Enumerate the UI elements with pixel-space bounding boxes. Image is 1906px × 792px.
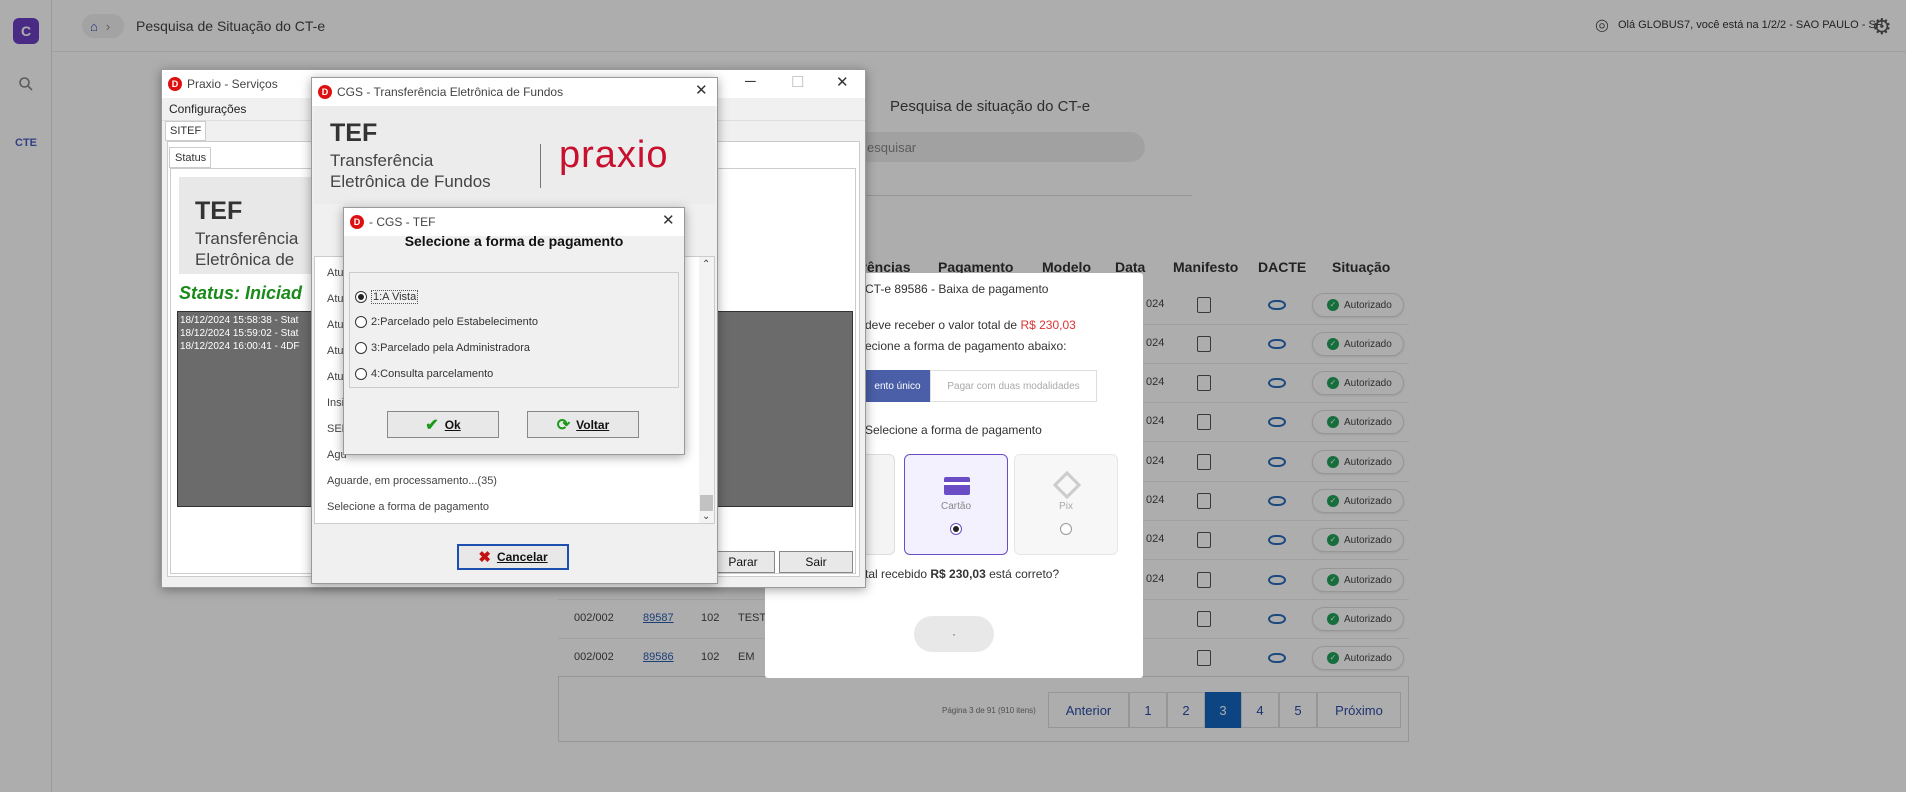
- tef-line2: Eletrônica de: [195, 250, 295, 269]
- payment-options-group: 1:A Vista 2:Parcelado pelo Estabelecimen…: [349, 272, 679, 388]
- window-title: - CGS - TEF: [369, 215, 436, 229]
- tef-dialog-titlebar: D - CGS - TEF: [344, 208, 684, 236]
- praxio-logo: praxio: [559, 134, 669, 176]
- scrollbar-thumb[interactable]: [700, 495, 713, 511]
- radio-a-vista[interactable]: [355, 291, 367, 303]
- modal-title: CT-e 89586 - Baixa de pagamento: [865, 282, 1049, 296]
- parar-button[interactable]: Parar: [711, 551, 775, 573]
- radio-parcelado-adm[interactable]: [355, 342, 367, 354]
- status-text: Status: Iniciad: [179, 283, 303, 303]
- close-icon[interactable]: ✕: [836, 73, 849, 91]
- total-text: deve receber o valor total de R$ 230,03: [865, 318, 1076, 332]
- log-line: 18/12/2024 15:59:02 - Stat: [180, 328, 299, 339]
- scrollbar[interactable]: ⌃ ⌄: [699, 257, 714, 523]
- tab-pagamento-unico[interactable]: ento único: [865, 370, 930, 402]
- tab-duas-modalidades[interactable]: Pagar com duas modalidades: [930, 370, 1097, 402]
- close-icon[interactable]: ✕: [695, 81, 708, 99]
- option-a-vista[interactable]: 1:A Vista: [355, 290, 419, 304]
- confirm-text: tal recebido R$ 230,03 está correto?: [865, 567, 1060, 581]
- option-label: 2:Parcelado pelo Estabelecimento: [371, 316, 538, 328]
- confirm-button[interactable]: ·: [914, 616, 994, 652]
- log-lines: 18/12/2024 15:58:38 - Stat 18/12/2024 15…: [180, 314, 300, 353]
- dialog-heading: Selecione a forma de pagamento: [404, 233, 624, 249]
- cancelar-button[interactable]: ✖ Cancelar: [457, 544, 569, 570]
- payment-option-pix[interactable]: Pix: [1014, 454, 1118, 555]
- cgs-app-icon: D: [318, 85, 332, 99]
- payment-option-card[interactable]: Cartão: [904, 454, 1008, 555]
- menu-configuracoes[interactable]: Configurações: [169, 102, 246, 116]
- log-line: 18/12/2024 15:58:38 - Stat: [180, 315, 299, 326]
- tef-line1: Transferência: [330, 151, 434, 170]
- card-label: Cartão: [940, 501, 971, 512]
- option-parcelado-adm[interactable]: 3:Parcelado pela Administradora: [355, 342, 530, 354]
- praxio-app-icon: D: [168, 77, 182, 91]
- tef-big: TEF: [330, 119, 378, 147]
- option-label: 1:A Vista: [371, 290, 419, 304]
- cgs-titlebar: D CGS - Transferência Eletrônica de Fundo…: [312, 78, 717, 106]
- tef-header-banner: TEF Transferência Eletrônica de Fundos p…: [314, 106, 715, 204]
- chevron-up-icon[interactable]: ⌃: [702, 259, 710, 270]
- window-title: Praxio - Serviços: [187, 77, 278, 91]
- option-label: 4:Consulta parcelamento: [371, 368, 494, 380]
- payment-option-partial[interactable]: [865, 454, 895, 555]
- ok-button[interactable]: ✔ Ok: [387, 411, 499, 438]
- refresh-icon: ⟳: [556, 416, 571, 434]
- radio-consulta[interactable]: [355, 368, 367, 380]
- voltar-label: Voltar: [576, 417, 610, 432]
- option-label: 3:Parcelado pela Administradora: [371, 342, 530, 354]
- tef-app-icon: D: [350, 215, 364, 229]
- maximize-icon[interactable]: ☐: [791, 73, 804, 91]
- tef-payment-dialog: D - CGS - TEF ✕ Selecione a forma de paga…: [343, 207, 685, 455]
- total-value: R$ 230,03: [1020, 318, 1076, 332]
- log-line: 18/12/2024 16:00:41 - 4DF: [180, 341, 300, 352]
- tab-sitef[interactable]: SITEF: [165, 121, 206, 141]
- ok-label: Ok: [444, 417, 461, 432]
- cancelar-label: Cancelar: [496, 550, 548, 564]
- close-icon[interactable]: ✕: [662, 211, 675, 229]
- voltar-button[interactable]: ⟳ Voltar: [527, 411, 639, 438]
- option-consulta[interactable]: 4:Consulta parcelamento: [355, 368, 493, 380]
- tef-line2: Eletrônica de Fundos: [330, 172, 491, 191]
- x-icon: ✖: [478, 549, 491, 566]
- tef-big: TEF: [195, 197, 243, 225]
- credit-card-icon: [944, 477, 970, 495]
- sair-button[interactable]: Sair: [779, 551, 853, 573]
- select-method-label: Selecione a forma de pagamento: [865, 423, 1042, 437]
- tab-status[interactable]: Status: [169, 147, 211, 168]
- log-line: Aguarde, em processamento...(35): [327, 475, 497, 487]
- pix-icon: [1052, 470, 1082, 500]
- radio-parcelado-estab[interactable]: [355, 316, 367, 328]
- pix-label: Pix: [1059, 501, 1073, 512]
- window-title: CGS - Transferência Eletrônica de Fundos: [337, 85, 564, 99]
- instruction-text: ecione a forma de pagamento abaixo:: [865, 339, 1067, 353]
- tef-line1: Transferência: [195, 229, 299, 248]
- card-radio[interactable]: [950, 523, 962, 535]
- pix-radio[interactable]: [1060, 523, 1072, 535]
- minimize-icon[interactable]: ─: [745, 73, 756, 90]
- chevron-down-icon[interactable]: ⌄: [702, 511, 710, 522]
- check-icon: ✔: [425, 416, 439, 434]
- log-line: Selecione a forma de pagamento: [327, 501, 490, 513]
- option-parcelado-estab[interactable]: 2:Parcelado pelo Estabelecimento: [355, 316, 538, 328]
